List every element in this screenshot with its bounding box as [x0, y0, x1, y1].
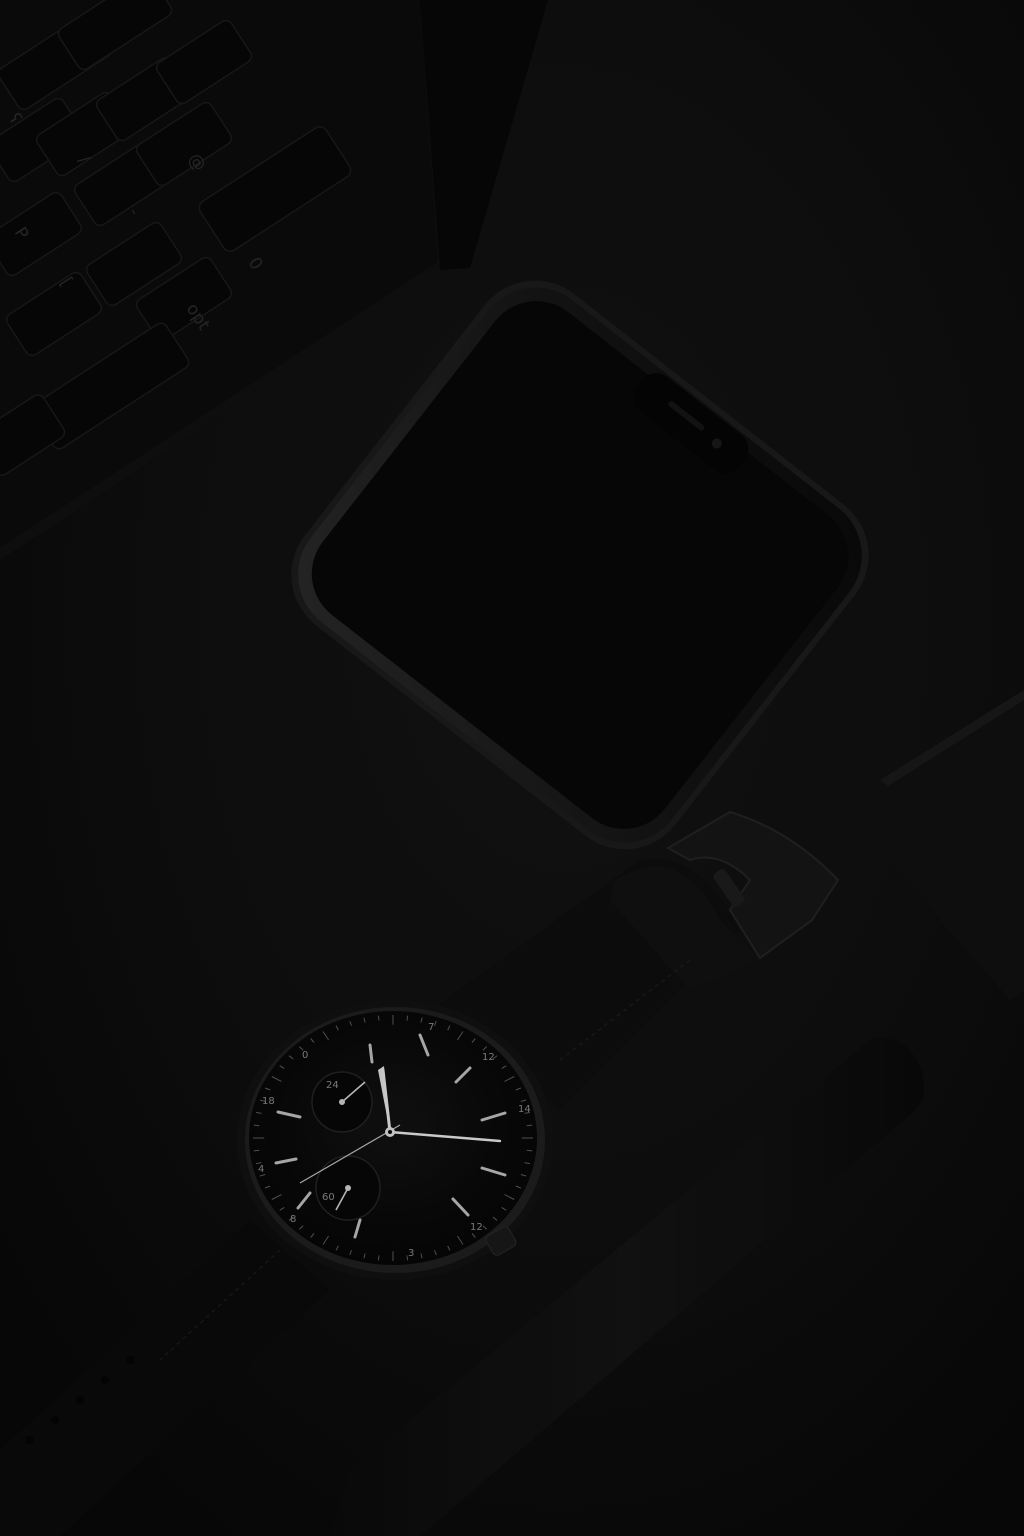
desk-scene: ʕ / @ P [ - 0 opt 0 7 12 14 18 4 8 3 12 …: [0, 0, 1024, 1536]
vignette: [0, 0, 1024, 1536]
scene-canvas: ʕ / @ P [ - 0 opt 0 7 12 14 18 4 8 3 12 …: [0, 0, 1024, 1536]
